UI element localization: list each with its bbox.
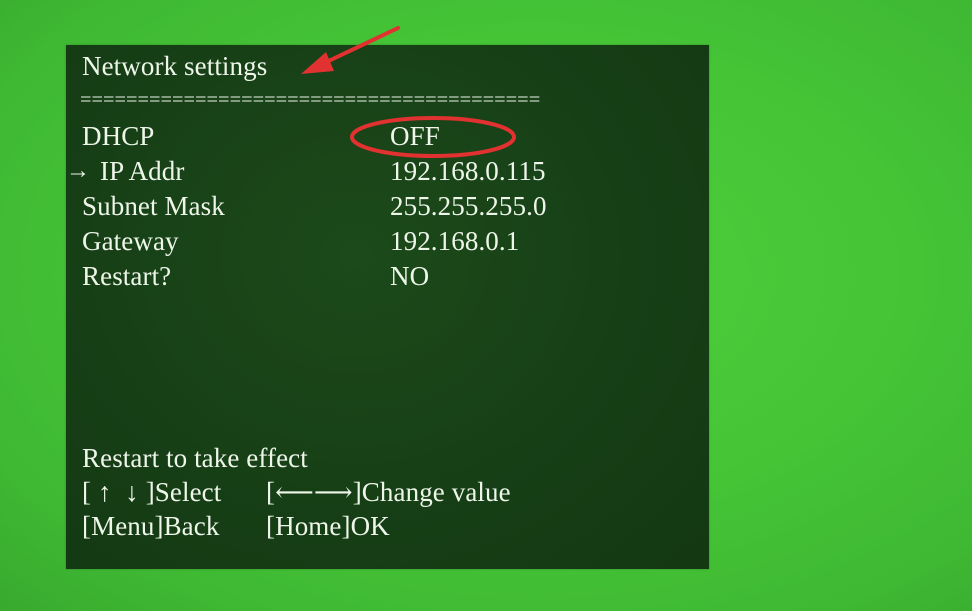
menu-back-hint: [Menu]Back	[82, 511, 220, 541]
ip-addr-label: IP Addr	[100, 156, 185, 186]
network-settings-osd-panel: Network settings =======================…	[66, 45, 709, 569]
gateway-label: Gateway	[82, 226, 179, 256]
home-ok-hint: [Home]OK	[266, 511, 390, 541]
change-value-hint: [⟵⟶]Change value	[266, 477, 511, 507]
page-title: Network settings	[82, 51, 268, 81]
gateway-value[interactable]: 192.168.0.1	[390, 228, 519, 255]
selection-arrow-icon: →	[66, 158, 90, 184]
select-hint: [ ↑ ↓ ]Select	[82, 477, 222, 507]
dhcp-label: DHCP	[82, 121, 155, 151]
subnet-mask-value[interactable]: 255.255.255.0	[390, 193, 547, 220]
dhcp-value[interactable]: OFF	[390, 123, 440, 150]
title-separator: ========================================	[80, 89, 541, 111]
restart-label: Restart?	[82, 261, 172, 291]
ip-addr-value[interactable]: 192.168.0.115	[390, 158, 546, 185]
restart-note: Restart to take effect	[82, 443, 308, 473]
restart-value[interactable]: NO	[390, 263, 429, 290]
subnet-mask-label: Subnet Mask	[82, 191, 225, 221]
